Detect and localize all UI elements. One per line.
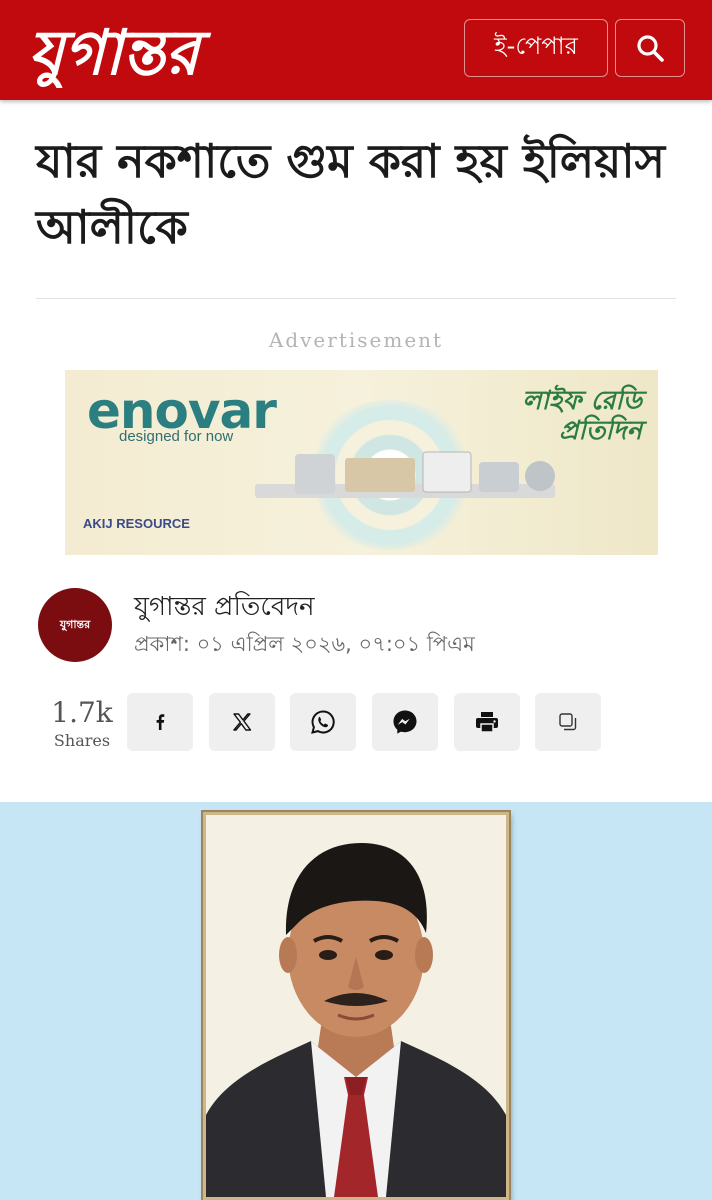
- author-avatar[interactable]: যুগান্তর: [38, 588, 112, 662]
- author-avatar-text: যুগান্তর: [59, 617, 91, 631]
- messenger-icon: [393, 710, 417, 734]
- x-share-button[interactable]: [209, 693, 275, 751]
- svg-text:যুগান্তর: যুগান্তর: [28, 16, 212, 88]
- publish-date: প্রকাশ: ০১ এপ্রিল ২০২৬, ০৭:০১ পিএম: [134, 632, 475, 656]
- whatsapp-icon: [311, 710, 335, 734]
- facebook-share-button[interactable]: [127, 693, 193, 751]
- site-header: যুগান্তর ই-পেপার: [0, 0, 712, 100]
- share-count: 1.7k Shares: [44, 696, 120, 750]
- ad-appliances-image: [255, 451, 555, 498]
- share-count-number: 1.7k: [51, 696, 113, 729]
- messenger-share-button[interactable]: [372, 693, 438, 751]
- advertisement-banner[interactable]: enovar designed for now লাইফ রেডি প্রতিদ…: [65, 370, 658, 555]
- site-logo[interactable]: যুগান্তর: [24, 12, 344, 88]
- whatsapp-share-button[interactable]: [290, 693, 356, 751]
- headline-divider: [36, 298, 676, 299]
- ad-slogan: লাইফ রেডি প্রতিদিন: [522, 386, 642, 446]
- facebook-icon: [156, 714, 165, 730]
- print-icon: [476, 712, 498, 733]
- x-icon: [233, 713, 252, 731]
- advertisement-label: Advertisement: [268, 328, 444, 352]
- featured-photo[interactable]: [203, 812, 509, 1200]
- ad-tagline: designed for now: [119, 428, 234, 445]
- article-headline: যার নকশাতে গুম করা হয় ইলিয়াস আলীকে: [36, 134, 666, 254]
- author-name[interactable]: যুগান্তর প্রতিবেদন: [134, 586, 315, 630]
- epaper-button[interactable]: ই-পেপার: [464, 19, 608, 77]
- ad-sub-brand: AKIJ RESOURCE: [83, 516, 190, 531]
- search-icon: [637, 35, 664, 62]
- copy-link-button[interactable]: [535, 693, 601, 751]
- portrait-image: [206, 815, 506, 1197]
- search-button[interactable]: [615, 19, 685, 77]
- print-button[interactable]: [454, 693, 520, 751]
- share-count-label: Shares: [53, 731, 111, 750]
- copy-icon: [559, 713, 577, 731]
